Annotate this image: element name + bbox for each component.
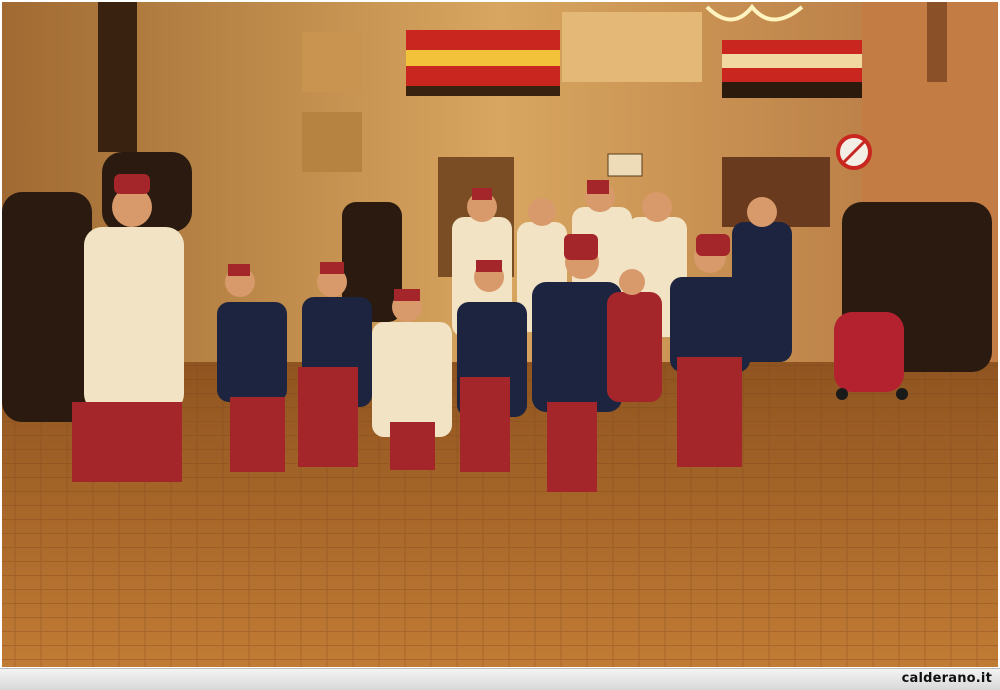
photo-image bbox=[2, 2, 998, 667]
photo-frame: calderano.it bbox=[0, 0, 1000, 690]
caption-bar: calderano.it bbox=[0, 668, 1000, 690]
site-label: calderano.it bbox=[901, 671, 992, 686]
